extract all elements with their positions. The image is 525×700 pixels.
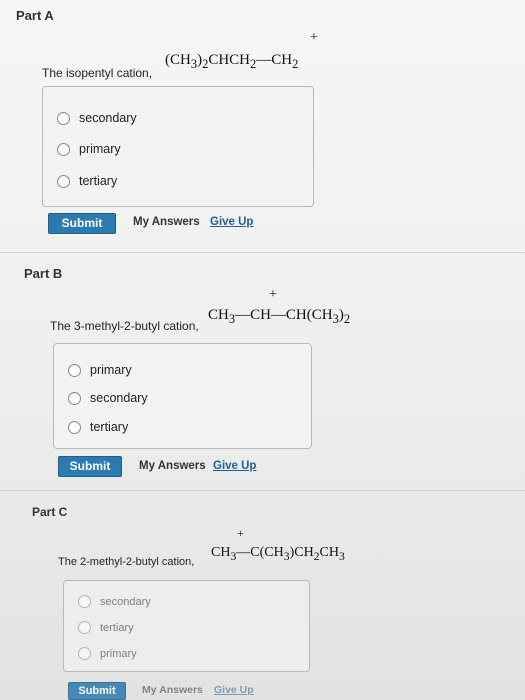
part-c-prompt: The 2-methyl-2-butyl cation, [58, 556, 195, 568]
part-c-formula: + CH3—C(CH3)CH2CH3 [211, 526, 345, 563]
part-b-title: Part B [24, 266, 63, 281]
part-b-choice-primary[interactable]: primary [68, 363, 132, 377]
radio-button-icon[interactable] [78, 647, 91, 660]
section-divider [0, 490, 525, 491]
part-b-give-up-link[interactable]: Give Up [213, 460, 256, 472]
plus-charge-icon: + [237, 526, 244, 540]
part-a-choice-primary[interactable]: primary [57, 142, 121, 156]
part-a-formula: + (CH3)2CHCH2—CH2 [165, 30, 318, 71]
radio-button-icon[interactable] [78, 595, 91, 608]
section-divider [0, 252, 525, 253]
part-a-choice-secondary[interactable]: secondary [57, 111, 137, 125]
part-c-choice-tertiary[interactable]: tertiary [78, 621, 134, 634]
part-a-title: Part A [16, 8, 54, 23]
plus-charge-icon: + [310, 30, 318, 45]
part-a-prompt: The isopentyl cation, [42, 66, 153, 80]
choice-label: tertiary [100, 621, 134, 634]
part-c-title: Part C [32, 505, 68, 519]
choice-label: secondary [100, 595, 151, 608]
part-a-choice-tertiary[interactable]: tertiary [57, 174, 117, 188]
choice-label: secondary [90, 391, 148, 405]
radio-button-icon[interactable] [68, 363, 81, 377]
part-c-give-up-link[interactable]: Give Up [214, 684, 254, 696]
part-b-prompt: The 3-methyl-2-butyl cation, [50, 319, 199, 333]
choice-label: primary [90, 363, 132, 377]
radio-button-icon[interactable] [78, 621, 91, 634]
radio-button-icon[interactable] [68, 391, 81, 405]
part-c-choice-primary[interactable]: primary [78, 647, 137, 660]
part-c-choice-box: secondary tertiary primary [63, 580, 310, 672]
choice-label: tertiary [79, 174, 118, 188]
part-c-my-answers-link[interactable]: My Answers [142, 684, 203, 696]
part-a-choice-box: secondary primary tertiary [42, 86, 314, 207]
part-a-give-up-link[interactable]: Give Up [210, 216, 253, 228]
radio-button-icon[interactable] [68, 420, 81, 434]
choice-label: tertiary [90, 420, 129, 434]
part-b-formula: + CH3—CH—CH(CH3)2 [208, 287, 351, 326]
part-a-my-answers-link[interactable]: My Answers [133, 216, 200, 228]
choice-label: secondary [79, 111, 137, 125]
part-b-choice-box: primary secondary tertiary [53, 343, 312, 449]
part-c-choice-secondary[interactable]: secondary [78, 595, 151, 608]
radio-button-icon[interactable] [57, 174, 70, 188]
part-c-submit-button[interactable]: Submit [68, 682, 126, 700]
part-b-submit-button[interactable]: Submit [58, 456, 122, 477]
part-a-submit-button[interactable]: Submit [48, 213, 116, 234]
part-b-choice-tertiary[interactable]: tertiary [68, 420, 128, 434]
part-b-my-answers-link[interactable]: My Answers [139, 460, 206, 472]
choice-label: primary [79, 142, 121, 156]
plus-charge-icon: + [269, 287, 277, 302]
radio-button-icon[interactable] [57, 142, 70, 156]
part-b-choice-secondary[interactable]: secondary [68, 391, 148, 405]
choice-label: primary [100, 647, 137, 660]
radio-button-icon[interactable] [57, 111, 70, 125]
